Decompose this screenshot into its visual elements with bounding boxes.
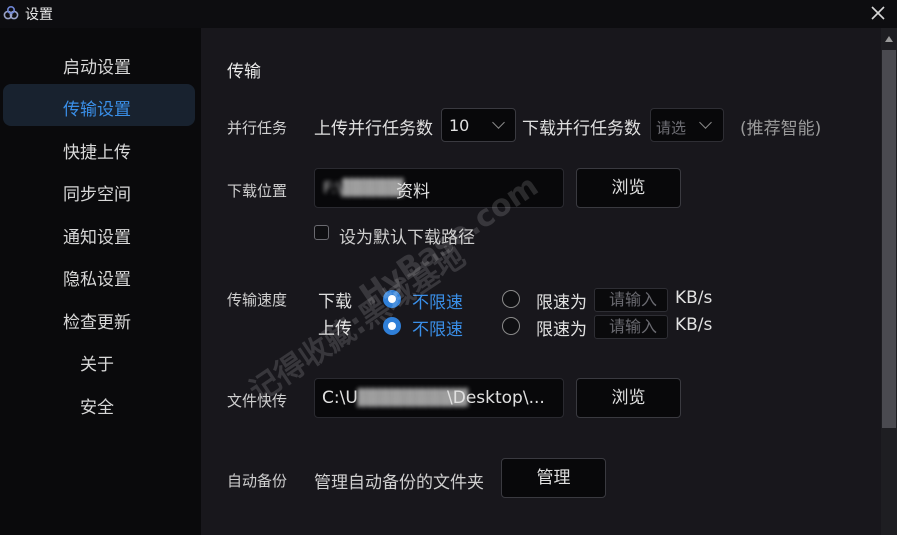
sidebar-item-quick-upload[interactable]: 快捷上传 [63, 138, 131, 163]
download-unlimited-label[interactable]: 不限速 [412, 288, 463, 313]
section-title: 传输 [227, 62, 261, 82]
download-path-blurred: F:\▓▓▓▓▓ [323, 178, 404, 197]
download-limit-label: 限速为 [536, 293, 587, 313]
sidebar-item-check-update[interactable]: 检查更新 [63, 308, 131, 333]
download-parallel-label: 下载并行任务数 [522, 119, 641, 139]
window-title: 设置 [25, 7, 53, 23]
download-parallel-select[interactable]: 请选 [650, 108, 724, 142]
sidebar-item-privacy[interactable]: 隐私设置 [63, 265, 131, 290]
auto-backup-manage-button[interactable]: 管理 [501, 458, 606, 498]
sidebar-item-security[interactable]: 安全 [80, 393, 114, 418]
quick-transfer-path-suffix: \Desktop\... [447, 388, 545, 408]
download-unlimited-radio[interactable] [383, 290, 401, 308]
upload-parallel-select[interactable]: 10 [441, 108, 516, 142]
chevron-down-icon [699, 116, 712, 129]
upload-limit-unit: KB/s [675, 315, 713, 335]
upload-limit-label: 限速为 [536, 320, 587, 340]
chevron-down-icon [492, 116, 505, 129]
sidebar-item-notifications[interactable]: 通知设置 [63, 223, 131, 248]
scroll-up-arrow-icon[interactable] [885, 36, 893, 42]
quick-transfer-path-field[interactable]: C:\U ▓▓▓▓▓▓▓▓▓ \Desktop\... [314, 378, 564, 418]
quick-transfer-path-prefix: C:\U [322, 388, 358, 408]
title-bar: 设置 [0, 0, 897, 28]
upload-unlimited-radio[interactable] [383, 317, 401, 335]
upload-parallel-value: 10 [449, 116, 470, 135]
close-icon[interactable] [867, 2, 889, 24]
upload-limit-input[interactable]: 请输入 [594, 315, 668, 339]
download-location-label: 下载位置 [227, 182, 288, 200]
parallel-tasks-label: 并行任务 [227, 119, 288, 137]
auto-backup-description: 管理自动备份的文件夹 [314, 473, 484, 493]
upload-parallel-label: 上传并行任务数 [314, 119, 433, 139]
sidebar-item-startup[interactable]: 启动设置 [63, 53, 131, 78]
download-speed-label: 下载 [318, 292, 352, 312]
sidebar-item-about[interactable]: 关于 [80, 350, 114, 375]
download-limit-unit: KB/s [675, 288, 713, 308]
download-limit-input[interactable]: 请输入 [594, 288, 668, 312]
auto-backup-label: 自动备份 [227, 472, 288, 490]
quick-transfer-browse-button[interactable]: 浏览 [576, 378, 681, 418]
transfer-speed-label: 传输速度 [227, 291, 288, 309]
upload-limit-radio[interactable] [502, 317, 520, 335]
download-limit-radio[interactable] [502, 290, 520, 308]
upload-speed-label: 上传 [318, 319, 352, 339]
upload-unlimited-label[interactable]: 不限速 [412, 315, 463, 340]
download-browse-button[interactable]: 浏览 [576, 168, 681, 208]
default-path-checkbox[interactable] [314, 225, 329, 240]
parallel-hint: (推荐智能) [740, 119, 822, 139]
download-parallel-placeholder: 请选 [656, 119, 687, 137]
app-logo-icon [3, 5, 19, 20]
sidebar-item-sync-space[interactable]: 同步空间 [63, 180, 131, 205]
quick-transfer-label: 文件快传 [227, 392, 288, 410]
download-path-field[interactable]: F:\▓▓▓▓▓ 资料 [314, 168, 564, 208]
sidebar-item-transfer[interactable]: 传输设置 [63, 95, 131, 120]
scrollbar-thumb[interactable] [882, 50, 896, 428]
default-path-checkbox-label[interactable]: 设为默认下载路径 [339, 223, 475, 248]
download-path-suffix: 资料 [396, 182, 430, 202]
